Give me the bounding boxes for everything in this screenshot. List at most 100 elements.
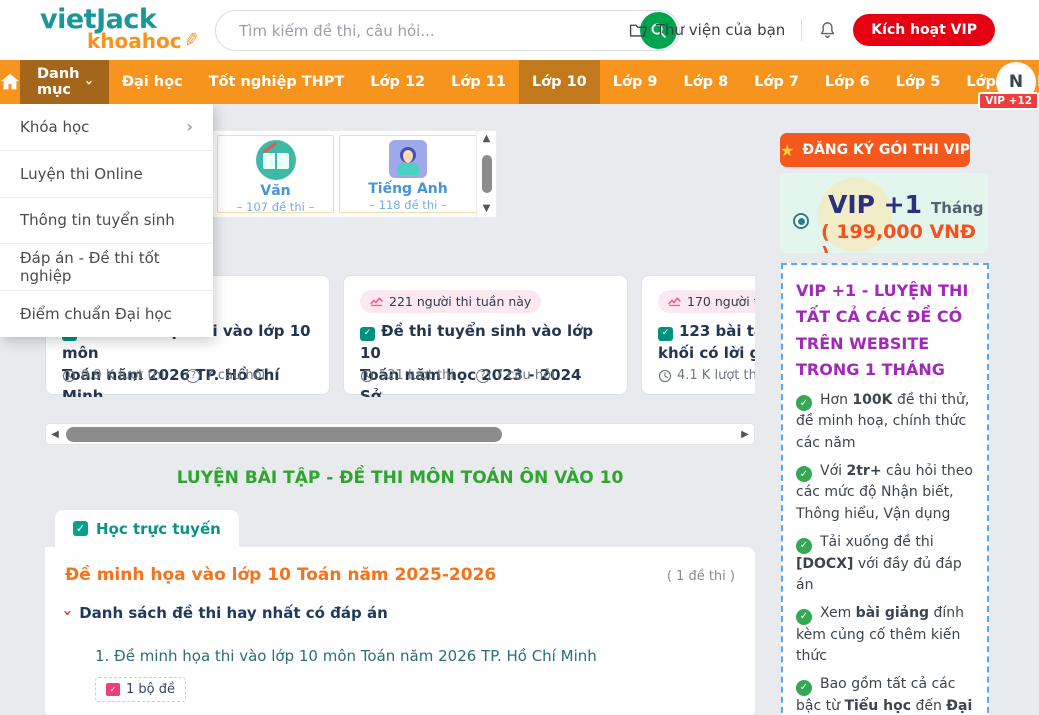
exam-title: ✓Đề thi tuyển sinh vào lớp 10 Toán năm h…	[360, 321, 611, 397]
question-icon: ?	[476, 369, 490, 383]
calendar-check-icon: ✓	[106, 683, 120, 696]
exam-stats: 521 lượt thi ? 7 câu hỏi	[360, 368, 555, 383]
nav-item-lop-10[interactable]: Lớp 10	[519, 60, 600, 104]
logo[interactable]: vietJack khoahoc ✎	[40, 6, 199, 51]
activate-vip-button[interactable]: Kích hoạt VIP	[853, 14, 995, 46]
nav-item-lop-9[interactable]: Lớp 9	[600, 60, 671, 104]
search-bar	[215, 10, 680, 51]
home-button[interactable]	[0, 60, 20, 104]
exam-list-item-link[interactable]: 1. Đề minh họa thi vào lớp 10 môn Toán n…	[95, 647, 735, 665]
subject-card-tieng-anh[interactable]: Tiếng Anh – 118 đề thi –	[339, 135, 477, 213]
english-student-icon	[389, 140, 427, 178]
checkbox-icon: ✓	[73, 521, 88, 536]
navbar: Danh mục › Đại học Tốt nghiệp THPT Lớp 1…	[0, 60, 1039, 104]
nav-item-dai-hoc[interactable]: Đại học	[109, 60, 196, 104]
library-link[interactable]: Thư viện của bạn	[629, 21, 785, 39]
exam-list-panel: Đề minh họa vào lớp 10 Toán năm 2025-202…	[45, 547, 755, 715]
scrollbar-thumb[interactable]	[66, 427, 502, 442]
library-label: Thư viện của bạn	[656, 21, 785, 39]
questions-stat: ? 7 câu hỏi	[476, 368, 555, 383]
dropdown-item-thong-tin-tuyen-sinh[interactable]: Thông tin tuyển sinh	[0, 198, 213, 245]
question-icon: ?	[186, 369, 200, 383]
plan-name: VIP +1	[828, 190, 922, 219]
star-icon: ★	[780, 141, 794, 160]
nav-item-lop-6[interactable]: Lớp 6	[812, 60, 883, 104]
dropdown-item-dap-an-de-thi[interactable]: Đáp án - Đề thi tốt nghiệp	[0, 244, 213, 291]
vip-plan-option[interactable]: VIP +1 Tháng ( 199,000 VNĐ )	[780, 173, 988, 253]
subject-card-van[interactable]: Văn – 107 đề thi –	[217, 135, 334, 213]
exam-card[interactable]: 170 người thi ✓123 bài tập khối có lời g…	[641, 275, 755, 395]
nav-item-lop-7[interactable]: Lớp 7	[741, 60, 812, 104]
register-vip-button[interactable]: ★ ĐĂNG KÝ GÓI THI VIP	[780, 133, 970, 167]
nav-menu-danh-muc[interactable]: Danh mục ›	[20, 60, 109, 104]
cards-horizontal-scrollbar: ◀ ▶	[45, 423, 755, 445]
nav-item-lop-5[interactable]: Lớp 5	[883, 60, 954, 104]
dropdown-item-khoa-hoc[interactable]: Khóa học ›	[0, 104, 213, 151]
subject-name: Văn	[218, 183, 333, 199]
chart-icon	[370, 296, 383, 307]
nav-item-lop-12[interactable]: Lớp 12	[357, 60, 438, 104]
scrollbar-thumb[interactable]	[482, 155, 492, 193]
home-icon	[0, 73, 20, 91]
nav-item-lop-8[interactable]: Lớp 8	[670, 60, 741, 104]
scrollbar-track[interactable]	[64, 424, 736, 444]
vip-feature-item: ✓Hơn 100K đề thi thử, đề minh hoạ, chính…	[796, 390, 974, 455]
chevron-down-icon: ›	[82, 79, 97, 84]
panel-title: Đề minh họa vào lớp 10 Toán năm 2025-202…	[65, 565, 496, 585]
section-title: LUYỆN BÀI TẬP - ĐỀ THI MÔN TOÁN ÔN VÀO 1…	[45, 468, 755, 488]
panel-header: Đề minh họa vào lớp 10 Toán năm 2025-202…	[65, 565, 735, 585]
subject-name: Tiếng Anh	[340, 181, 476, 197]
bundle-badge[interactable]: ✓ 1 bộ đề	[95, 677, 186, 702]
logo-khoahoc: khoahoc ✎	[87, 31, 199, 51]
weekly-takers-badge: 170 người thi	[658, 290, 755, 313]
calendar-check-icon: ✓	[360, 327, 375, 341]
scroll-left-icon[interactable]: ◀	[46, 429, 64, 440]
dropdown-item-diem-chuan[interactable]: Điểm chuẩn Đại học	[0, 291, 213, 337]
vip-feature-item: ✓Xem bài giảng đính kèm củng cố thêm kiế…	[796, 603, 974, 668]
check-circle-icon: ✓	[796, 538, 812, 554]
scroll-right-icon[interactable]: ▶	[736, 429, 754, 440]
clock-icon	[360, 369, 374, 383]
check-circle-icon: ✓	[796, 680, 812, 696]
attempts-stat: 0.9 K lượt thi	[62, 368, 164, 383]
attempts-stat: 521 lượt thi	[360, 368, 454, 383]
clock-icon	[62, 369, 76, 383]
danh-muc-dropdown: Khóa học › Luyện thi Online Thông tin tu…	[0, 104, 213, 337]
check-circle-icon: ✓	[796, 395, 812, 411]
page: vietJack khoahoc ✎ Thư viện của bạn	[0, 0, 1039, 715]
scroll-down-icon[interactable]: ▼	[483, 204, 491, 214]
scroll-up-icon[interactable]: ▲	[483, 134, 491, 144]
folder-icon	[629, 22, 648, 38]
calendar-check-icon: ✓	[658, 327, 673, 341]
exam-stats: 4.1 K lượt thi	[658, 368, 755, 383]
search-input[interactable]	[216, 22, 640, 40]
check-circle-icon: ✓	[796, 609, 812, 625]
check-circle-icon: ✓	[796, 466, 812, 482]
vip-feature-item: ✓Tải xuống đề thi [DOCX] với đầy đủ đáp …	[796, 532, 974, 597]
attempts-stat: 4.1 K lượt thi	[658, 368, 755, 383]
header-actions: Thư viện của bạn Kích hoạt VIP	[629, 0, 995, 60]
collapse-toggle[interactable]: › Danh sách đề thi hay nhất có đáp án	[65, 604, 735, 622]
exam-card[interactable]: 221 người thi tuần này ✓Đề thi tuyển sin…	[343, 275, 628, 395]
plan-period: Tháng	[931, 199, 983, 217]
exam-title: ✓123 bài tập khối có lời giải	[658, 321, 755, 365]
chart-icon	[668, 296, 681, 307]
nav-item-lop-11[interactable]: Lớp 11	[438, 60, 519, 104]
subject-count: – 107 đề thi –	[218, 200, 333, 214]
tab-hoc-truc-tuyen[interactable]: ✓ Học trực tuyến	[55, 510, 239, 547]
plan-price: ( 199,000 VNĐ )	[821, 221, 988, 253]
nav-item-tot-nghiep-thpt[interactable]: Tốt nghiệp THPT	[196, 60, 358, 104]
literature-book-icon	[256, 140, 296, 180]
plan-name-row: VIP +1 Tháng	[828, 190, 983, 219]
dropdown-item-luyen-thi-online[interactable]: Luyện thi Online	[0, 151, 213, 198]
clock-icon	[658, 369, 672, 383]
subject-count: – 118 đề thi –	[340, 198, 476, 212]
notification-bell-icon[interactable]	[818, 20, 837, 40]
header: vietJack khoahoc ✎ Thư viện của bạn	[0, 0, 1039, 60]
vip-benefits-box: VIP +1 - LUYỆN THI TẤT CẢ CÁC ĐỀ CÓ TRÊN…	[781, 263, 989, 715]
plan-radio-selected[interactable]	[793, 213, 809, 229]
vip-benefits-title: VIP +1 - LUYỆN THI TẤT CẢ CÁC ĐỀ CÓ TRÊN…	[796, 278, 974, 384]
collapse-label: Danh sách đề thi hay nhất có đáp án	[79, 604, 388, 622]
vip-features-list: ✓Hơn 100K đề thi thử, đề minh hoạ, chính…	[796, 390, 974, 715]
questions-stat: ? 7 câu hỏi	[186, 368, 265, 383]
